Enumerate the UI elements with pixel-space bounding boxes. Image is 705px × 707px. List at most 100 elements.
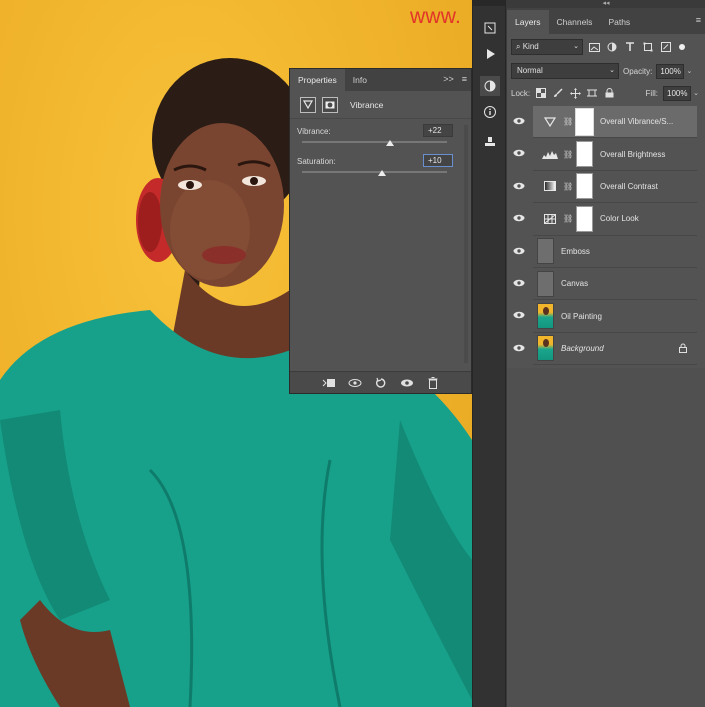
opacity-label: Opacity: <box>623 66 653 76</box>
tab-properties[interactable]: Properties <box>290 69 345 91</box>
saturation-value-field[interactable]: +10 <box>423 154 453 167</box>
layer-name[interactable]: Overall Brightness <box>600 150 665 159</box>
chevron-down-icon: ⌄ <box>609 67 615 74</box>
lock-artboard-icon[interactable] <box>586 87 598 99</box>
properties-scrollbar[interactable] <box>464 125 468 363</box>
saturation-track[interactable] <box>302 171 447 173</box>
layer-name[interactable]: Overall Contrast <box>600 182 658 191</box>
layer-name[interactable]: Oil Painting <box>561 312 602 321</box>
layer-visibility-eye-icon[interactable] <box>513 310 525 320</box>
view-previous-state-icon[interactable] <box>348 377 362 389</box>
layer-visibility-eye-icon[interactable] <box>513 278 525 288</box>
layer-visibility-eye-icon[interactable] <box>513 116 525 126</box>
layer-visibility-eye-icon[interactable] <box>513 181 525 191</box>
layer-visibility-eye-icon[interactable] <box>513 148 525 158</box>
layer-name[interactable]: Overall Vibrance/S... <box>600 117 673 126</box>
layer-row-color-look[interactable]: ⛓ Color Look <box>513 203 697 236</box>
vibrance-triangle-icon[interactable] <box>300 96 316 113</box>
visibility-eye-icon[interactable] <box>400 377 414 389</box>
mask-icon[interactable] <box>322 96 338 113</box>
lock-brush-icon[interactable] <box>552 87 564 99</box>
face-light <box>170 180 250 280</box>
expand-icon[interactable]: >> <box>443 74 454 84</box>
fill-label: Fill: <box>645 88 658 98</box>
filter-pixel-icon[interactable] <box>587 40 601 54</box>
vibrance-value-field[interactable]: +22 <box>423 124 453 137</box>
filter-type-icon[interactable] <box>623 40 637 54</box>
layer-thumbnail[interactable] <box>537 303 554 330</box>
vibrance-triangle-icon <box>539 111 561 133</box>
layer-visibility-eye-icon[interactable] <box>513 213 525 223</box>
properties-tab-controls: >> ≡ <box>443 74 467 84</box>
layers-panel: ◂◂ Layers Channels Paths ≡ ⌕ Kind ⌄ Norm… <box>507 0 705 707</box>
trash-icon[interactable] <box>426 376 440 389</box>
layer-name[interactable]: Canvas <box>561 279 588 288</box>
fill-value: 100% <box>667 88 688 98</box>
history-icon[interactable] <box>480 18 500 38</box>
layer-name[interactable]: Color Look <box>600 214 639 223</box>
layer-mask-thumbnail[interactable] <box>576 205 593 232</box>
link-chain-icon[interactable]: ⛓ <box>563 117 573 126</box>
search-icon: ⌕ <box>516 42 523 51</box>
lock-transparent-icon[interactable] <box>535 87 547 99</box>
blend-mode-select[interactable]: Normal ⌄ <box>511 63 619 79</box>
layer-row-overall-brightness[interactable]: ⛓ Overall Brightness <box>513 138 697 171</box>
panel-menu-icon[interactable]: ≡ <box>462 74 467 84</box>
opacity-field[interactable]: 100% ⌄ <box>656 63 692 79</box>
clone-source-icon[interactable] <box>480 132 500 152</box>
tab-layers[interactable]: Layers <box>507 10 549 34</box>
link-chain-icon[interactable]: ⛓ <box>563 182 573 191</box>
tab-channels[interactable]: Channels <box>549 10 601 34</box>
filter-adjustment-icon[interactable] <box>605 40 619 54</box>
layer-thumbnail[interactable] <box>537 335 554 362</box>
layers-menu-icon[interactable]: ≡ <box>696 15 701 25</box>
reset-icon[interactable] <box>374 377 388 389</box>
layer-mask-thumbnail[interactable] <box>576 141 593 168</box>
layer-visibility-eye-icon[interactable] <box>513 343 525 353</box>
lock-move-icon[interactable] <box>569 87 581 99</box>
layer-name[interactable]: Emboss <box>561 247 590 256</box>
layer-thumbnail[interactable] <box>537 238 554 265</box>
layer-visibility-eye-icon[interactable] <box>513 246 525 256</box>
vibrance-track[interactable] <box>302 141 447 143</box>
layer-mask-thumbnail[interactable] <box>576 173 593 200</box>
filter-shape-icon[interactable] <box>641 40 655 54</box>
filter-toggle-icon[interactable] <box>679 44 685 50</box>
levels-histogram-icon <box>539 143 561 165</box>
adjustments-icon[interactable] <box>480 76 500 96</box>
layer-name[interactable]: Background <box>561 344 604 353</box>
fill-field[interactable]: 100% ⌄ <box>663 85 699 101</box>
link-chain-icon[interactable]: ⛓ <box>563 150 573 159</box>
layers-empty-area[interactable] <box>507 368 705 707</box>
layer-thumbnail[interactable] <box>537 270 554 297</box>
dock-header <box>473 0 505 6</box>
headphone-inner <box>138 192 162 252</box>
lock-fill-row: Lock: Fill: 100% ⌄ <box>511 85 701 101</box>
properties-panel: Properties Info >> ≡ Vibrance Vibrance: … <box>289 68 472 394</box>
lips <box>202 246 246 264</box>
layer-row-oil-painting[interactable]: Oil Painting <box>513 300 697 333</box>
layer-row-canvas[interactable]: Canvas <box>513 268 697 301</box>
filter-smart-object-icon[interactable] <box>659 40 673 54</box>
tab-paths[interactable]: Paths <box>600 10 638 34</box>
info-icon[interactable] <box>480 102 500 122</box>
layer-row-background[interactable]: Background <box>513 333 697 366</box>
filter-kind-select[interactable]: ⌕ Kind ⌄ <box>511 39 583 55</box>
saturation-slider-thumb[interactable] <box>377 170 386 176</box>
clip-to-layer-icon[interactable] <box>322 377 336 389</box>
play-actions-icon[interactable] <box>480 44 500 64</box>
filter-kind-value: Kind <box>522 42 539 51</box>
saturation-label: Saturation: <box>297 157 336 166</box>
layer-row-emboss[interactable]: Emboss <box>513 236 697 268</box>
link-chain-icon[interactable]: ⛓ <box>563 214 573 223</box>
chevron-down-icon[interactable]: ⌄ <box>686 65 692 78</box>
layer-row-overall-contrast[interactable]: ⛓ Overall Contrast <box>513 171 697 204</box>
tab-info[interactable]: Info <box>345 69 375 91</box>
vibrance-slider-thumb[interactable] <box>386 140 395 146</box>
chevron-down-icon[interactable]: ⌄ <box>693 87 699 100</box>
layer-mask-thumbnail[interactable] <box>575 107 594 136</box>
collapse-panels-icon[interactable]: ◂◂ <box>507 0 705 8</box>
layer-row-overall-vibrance[interactable]: ⛓ Overall Vibrance/S... <box>513 106 697 139</box>
lock-icon[interactable] <box>679 343 687 355</box>
lock-all-icon[interactable] <box>603 87 615 99</box>
